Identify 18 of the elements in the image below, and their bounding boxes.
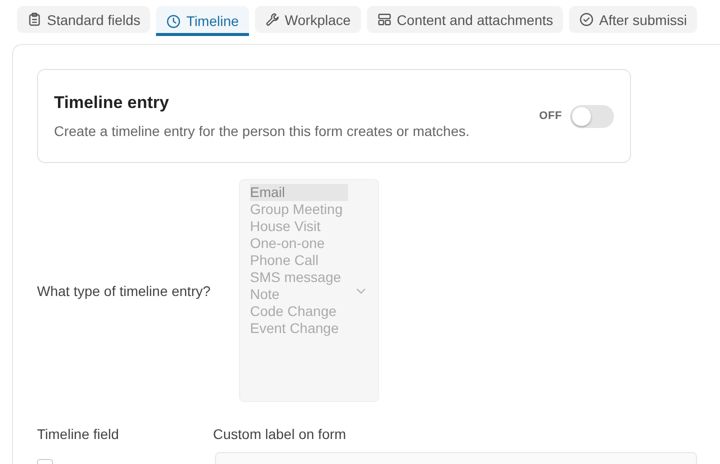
field-label: What type of timeline entry? [37, 282, 212, 298]
layout-icon [376, 12, 392, 27]
column-header: Custom label on form [213, 426, 346, 442]
toggle-label: OFF [539, 110, 562, 122]
tab[interactable]: Standard fields [17, 6, 150, 33]
toggle-switch[interactable] [570, 104, 614, 128]
tab[interactable]: Content and attachments [366, 6, 564, 33]
tab[interactable]: Timeline [156, 6, 249, 36]
clock-icon [166, 14, 182, 28]
card-title: Timeline entry [54, 93, 170, 113]
tab[interactable]: Workplace [254, 6, 361, 33]
column-header: Timeline field [37, 426, 120, 442]
card-description: Create a timeline entry for the person this form creates or matches. [54, 123, 471, 139]
clipboard-icon [27, 12, 42, 27]
check-circle-icon [579, 12, 594, 27]
wrench-icon [264, 12, 280, 27]
tab[interactable]: After submissi [569, 6, 698, 33]
chevron-down-icon [356, 288, 366, 294]
